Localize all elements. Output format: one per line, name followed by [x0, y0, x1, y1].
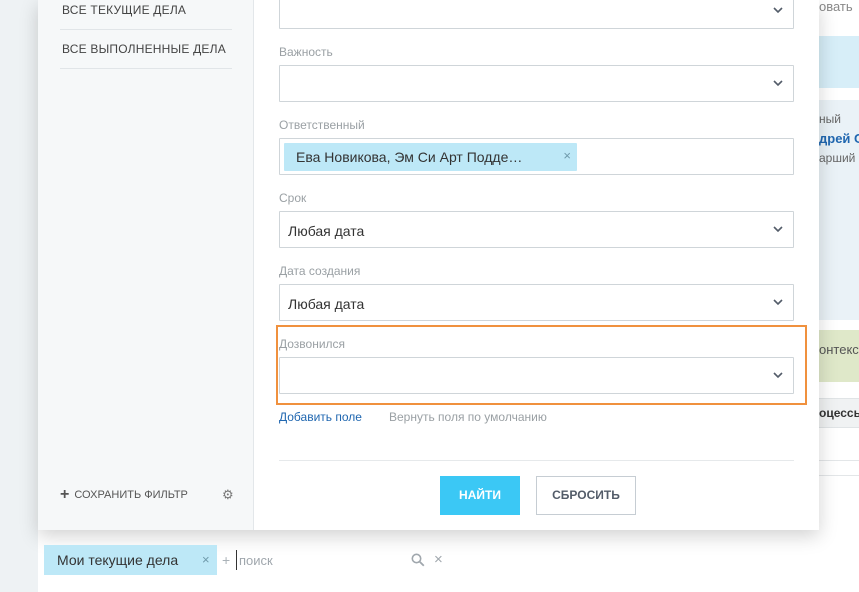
plus-icon: +: [60, 486, 70, 503]
background-green-text: онтекст: [819, 342, 859, 357]
reset-button[interactable]: Сбросить: [536, 476, 636, 515]
called-select[interactable]: [279, 357, 794, 394]
reset-button-label: Сбросить: [552, 488, 620, 502]
save-filter-label: Сохранить фильтр: [74, 489, 188, 501]
filter-fields-panel: Важность Ответственный Ева Новикова, Эм …: [254, 0, 819, 530]
preset-label: Все выполненные дела: [62, 42, 226, 56]
chevron-down-icon: [773, 5, 783, 15]
created-label: Дата создания: [279, 264, 361, 278]
chevron-down-icon: [773, 224, 783, 234]
background-info-line: ный: [819, 112, 841, 126]
background-info-block: ный дрей О арший: [819, 100, 859, 320]
called-label: Дозвонился: [279, 337, 346, 351]
find-button-label: Найти: [459, 488, 501, 502]
background-strip: [20, 0, 38, 592]
save-filter-button[interactable]: + Сохранить фильтр: [60, 486, 188, 503]
reset-fields-link[interactable]: Вернуть поля по умолчанию: [389, 410, 547, 424]
importance-select[interactable]: [279, 65, 794, 102]
background-top-text: овать: [819, 0, 859, 36]
responsible-field[interactable]: Ева Новикова, Эм Си Арт Подде… ×: [279, 138, 794, 175]
background-info-line: арший: [819, 151, 856, 165]
created-value: Любая дата: [288, 296, 365, 312]
deadline-select[interactable]: Любая дата: [279, 211, 794, 248]
background-blue-block: [819, 36, 859, 88]
preset-label: Все текущие дела: [62, 3, 187, 17]
preset-current-tasks[interactable]: Все текущие дела: [60, 0, 232, 30]
background-grey-text: оцессы: [819, 406, 859, 420]
footer-divider: [279, 460, 794, 461]
plus-icon[interactable]: +: [222, 552, 230, 568]
background-green-block: онтекст: [819, 330, 859, 382]
gear-icon[interactable]: ⚙: [222, 488, 234, 501]
deadline-value: Любая дата: [288, 223, 365, 239]
deadline-label: Срок: [279, 191, 307, 205]
active-filter-tag[interactable]: Мои текущие дела ×: [44, 545, 217, 575]
chevron-down-icon: [773, 370, 783, 380]
filter-popup: Все текущие дела Все выполненные дела + …: [38, 0, 819, 530]
search-input[interactable]: [236, 550, 396, 570]
clear-search-icon[interactable]: ×: [434, 552, 443, 567]
background-info-link: дрей О: [819, 131, 859, 146]
background-divider: [819, 475, 859, 476]
close-icon[interactable]: ×: [563, 148, 571, 163]
chevron-down-icon: [773, 78, 783, 88]
search-icon[interactable]: [411, 553, 425, 567]
importance-label: Важность: [279, 45, 333, 59]
filter-presets-panel: Все текущие дела Все выполненные дела + …: [38, 0, 254, 530]
preset-completed-tasks[interactable]: Все выполненные дела: [60, 30, 232, 69]
find-button[interactable]: Найти: [440, 476, 520, 515]
add-field-link[interactable]: Добавить поле: [279, 410, 362, 424]
background-divider: [819, 460, 859, 461]
responsible-tag: Ева Новикова, Эм Си Арт Подде… ×: [284, 143, 577, 171]
chevron-down-icon: [773, 297, 783, 307]
type-select[interactable]: [279, 0, 794, 29]
background-grey-row: оцессы: [819, 398, 859, 428]
responsible-label: Ответственный: [279, 118, 365, 132]
created-select[interactable]: Любая дата: [279, 284, 794, 321]
responsible-tag-text: Ева Новикова, Эм Си Арт Подде…: [296, 149, 523, 165]
active-filter-label: Мои текущие дела: [57, 552, 179, 568]
close-icon[interactable]: ×: [202, 552, 210, 567]
